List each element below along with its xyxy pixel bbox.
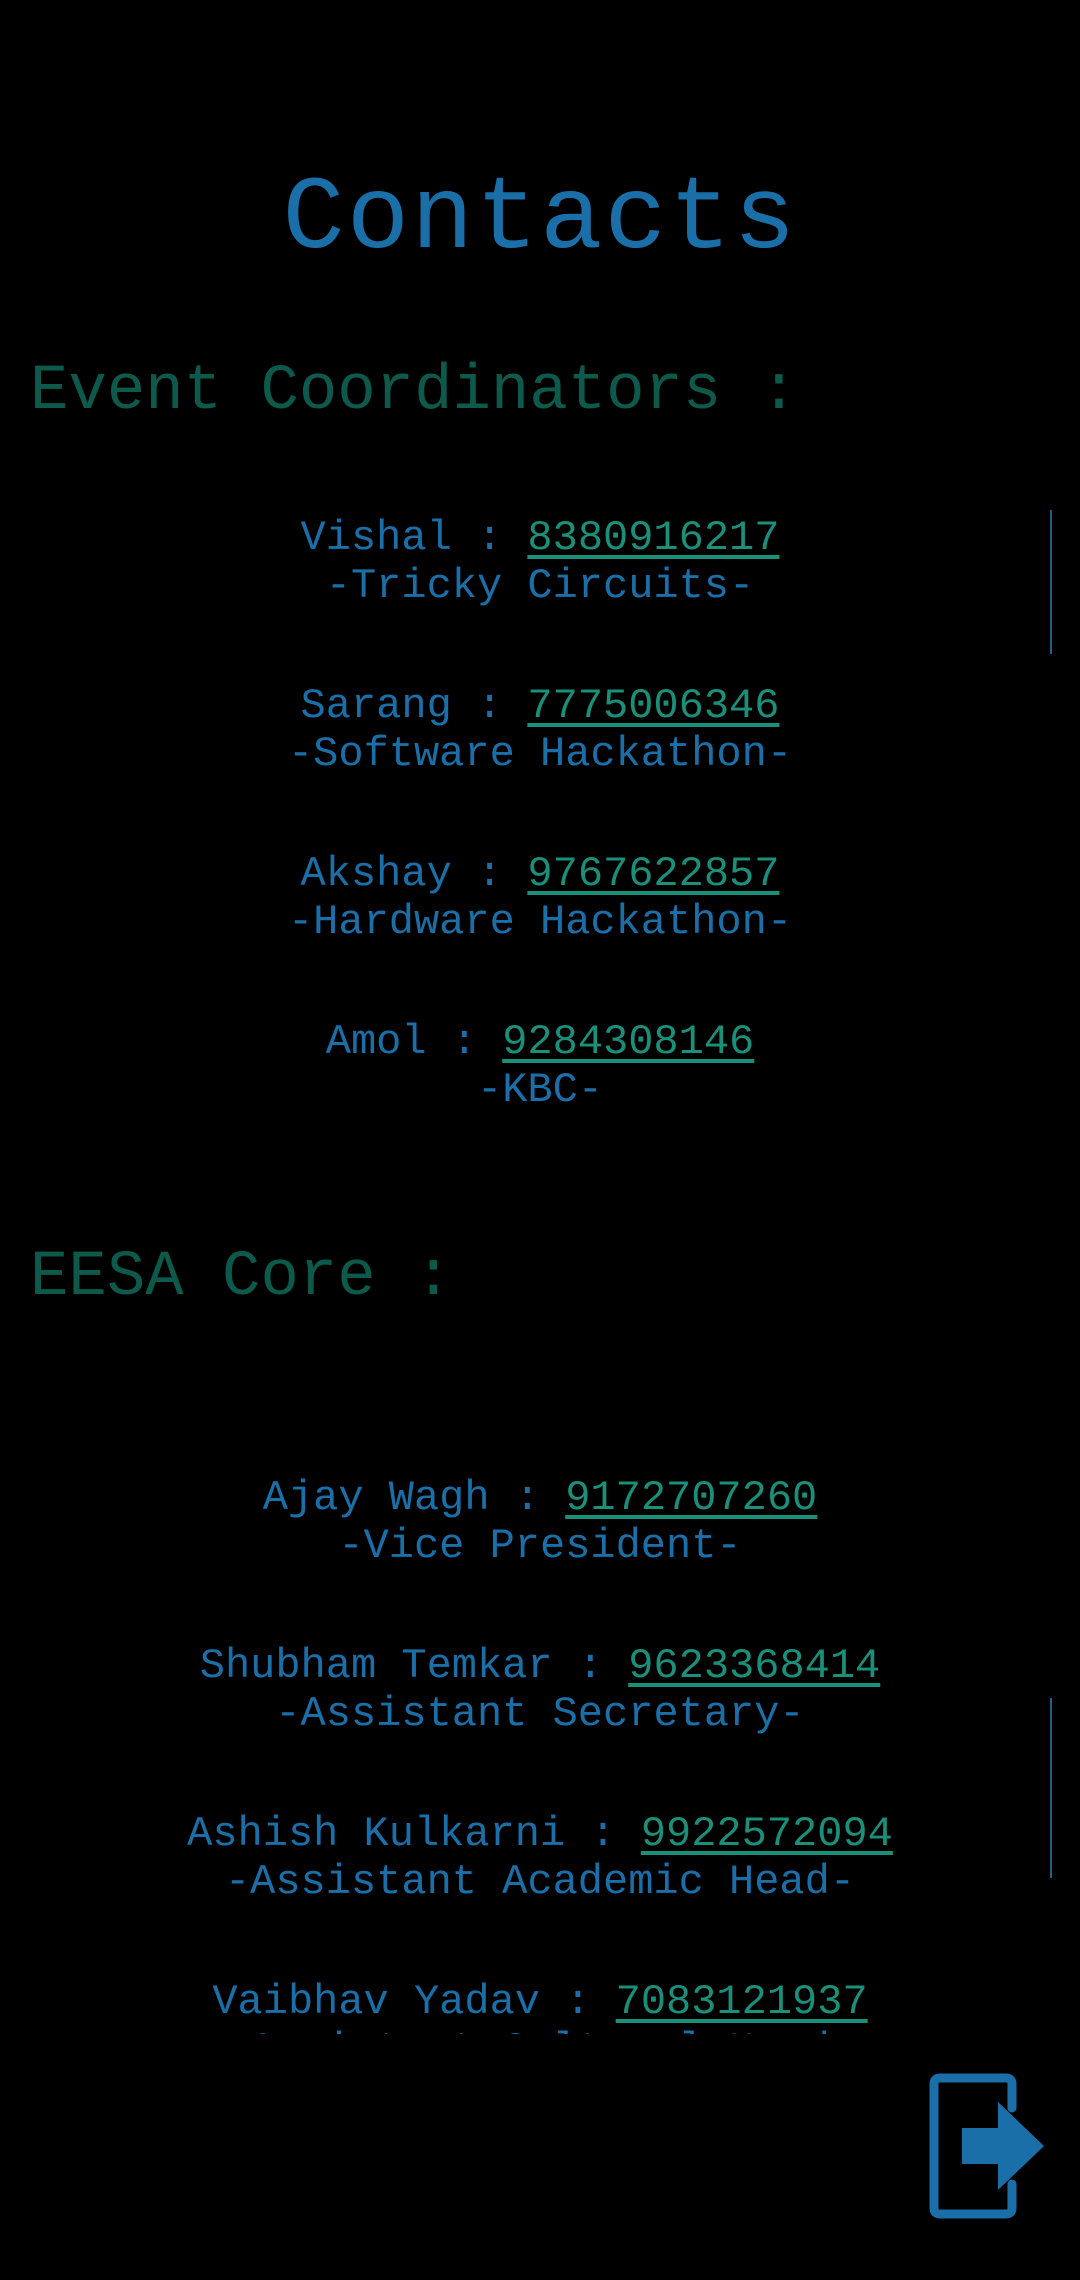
contact-name: Ajay Wagh [262, 1474, 490, 1522]
phone-link[interactable]: 9623368414 [628, 1642, 880, 1690]
eesa-core-heading: EESA Core : [30, 1242, 453, 1314]
contact-separator: : [451, 682, 528, 730]
contact-item: Shubham Temkar : 9623368414 -Assistant S… [0, 1642, 1080, 1810]
contact-separator: : [489, 1474, 566, 1522]
contact-separator: : [565, 1810, 641, 1858]
logout-icon [929, 2073, 1044, 2219]
logout-button[interactable] [928, 2072, 1048, 2220]
contact-name: Vishal [300, 514, 452, 562]
phone-link[interactable]: 9767622857 [527, 850, 779, 898]
contact-item: Ajay Wagh : 9172707260 -Vice President- [0, 1474, 1080, 1642]
event-coordinators-heading: Event Coordinators : [30, 356, 799, 428]
page-title: Contacts [282, 161, 798, 279]
contact-name: Ashish Kulkarni [187, 1810, 566, 1858]
phone-link[interactable]: 8380916217 [527, 514, 779, 562]
contact-separator: : [426, 1018, 503, 1066]
contact-name: Shubham Temkar [199, 1642, 553, 1690]
event-coordinators-list: Vishal : 8380916217 -Tricky Circuits- Sa… [0, 514, 1080, 1186]
contact-separator: : [539, 1978, 616, 2026]
contact-item: Akshay : 9767622857 -Hardware Hackathon- [0, 850, 1080, 1018]
contact-role: -Assistant Academic Head- [224, 1858, 856, 1906]
contact-name: Amol [325, 1018, 427, 1066]
eesa-core-list: Ajay Wagh : 9172707260 -Vice President- … [0, 1474, 1080, 2034]
contact-item: Sarang : 7775006346 -Software Hackathon- [0, 682, 1080, 850]
contact-name: Sarang [300, 682, 452, 730]
contact-name: Vaibhav Yadav [212, 1978, 540, 2026]
contact-role: -Software Hackathon- [287, 730, 793, 778]
scrollbar[interactable] [1050, 1698, 1052, 1878]
contact-separator: : [552, 1642, 629, 1690]
contact-role: -KBC- [476, 1066, 604, 1114]
phone-link[interactable]: 9922572094 [641, 1810, 893, 1858]
contact-separator: : [451, 850, 528, 898]
phone-link[interactable]: 7083121937 [616, 1978, 868, 2026]
contact-role: -Hardware Hackathon- [287, 898, 793, 946]
scrollbar[interactable] [1050, 510, 1052, 654]
contact-item: Ashish Kulkarni : 9922572094 -Assistant … [0, 1810, 1080, 1978]
phone-link[interactable]: 7775006346 [527, 682, 779, 730]
contact-item: Vishal : 8380916217 -Tricky Circuits- [0, 514, 1080, 682]
contact-role: -Assistant Secretary- [275, 1690, 805, 1738]
phone-link[interactable]: 9172707260 [565, 1474, 817, 1522]
contact-role: -Assistant Cultural Head- [0, 2026, 1080, 2034]
contact-name: Akshay [300, 850, 452, 898]
contact-role: -Tricky Circuits- [325, 562, 755, 610]
contact-item: Vaibhav Yadav : 7083121937 -Assistant Cu… [0, 1978, 1080, 2034]
contact-separator: : [451, 514, 528, 562]
contact-role: -Vice President- [338, 1522, 742, 1570]
contact-item: Amol : 9284308146 -KBC- [0, 1018, 1080, 1186]
phone-link[interactable]: 9284308146 [502, 1018, 754, 1066]
